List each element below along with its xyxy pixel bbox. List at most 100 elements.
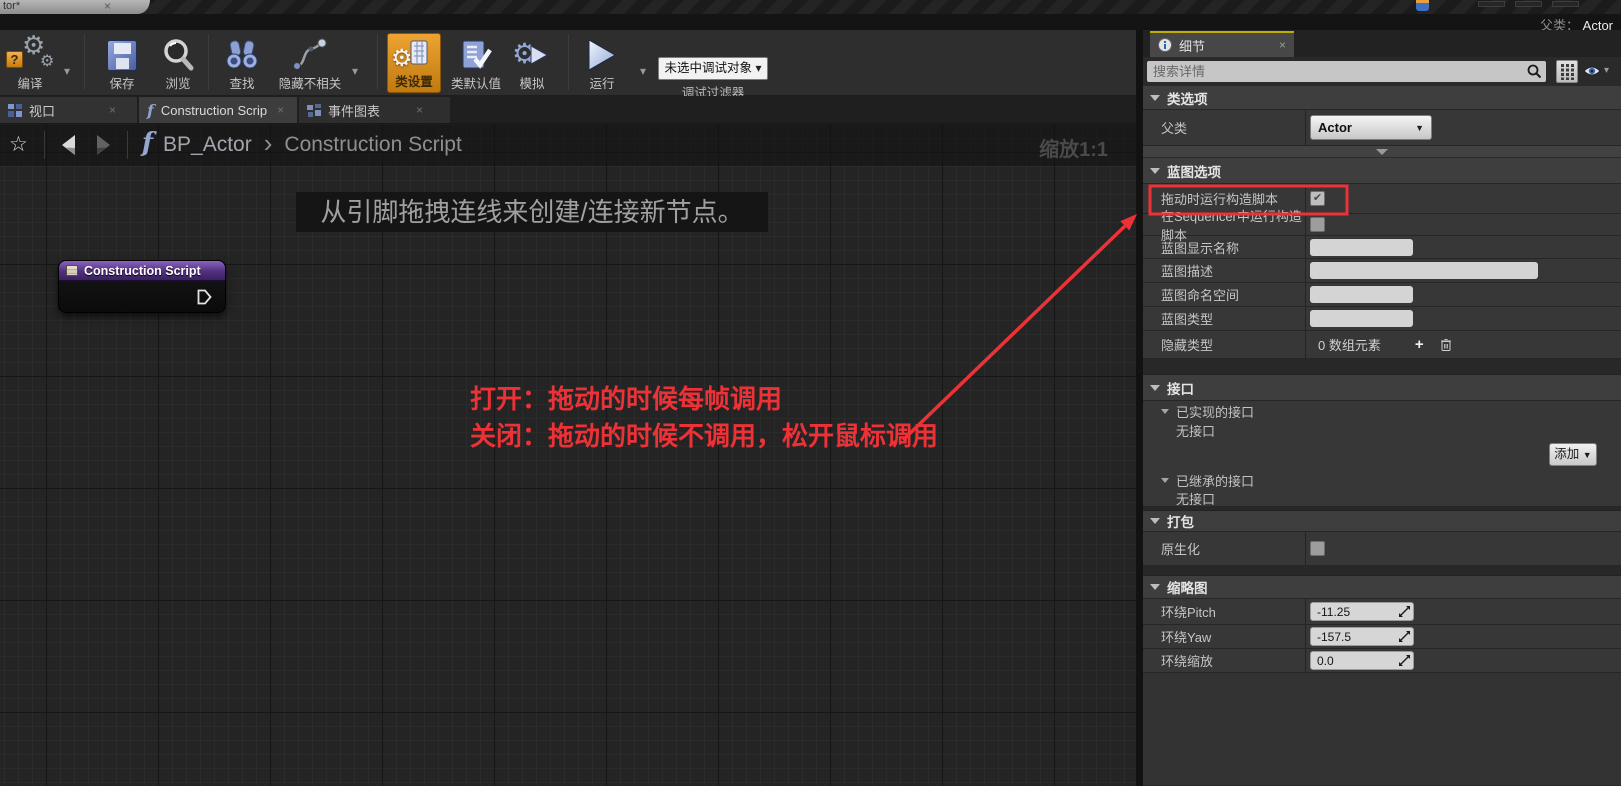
close-icon[interactable]: ×	[104, 0, 111, 13]
triangle-down-icon	[1150, 518, 1160, 524]
toolbar-separator	[208, 34, 209, 90]
title-bar: tor* ×	[0, 0, 1621, 14]
close-icon[interactable]: ×	[109, 103, 116, 117]
section-interfaces[interactable]: 接口	[1143, 375, 1621, 401]
hide-unrelated-options-dropdown[interactable]: ▾	[348, 62, 362, 80]
exec-output-pin[interactable]	[197, 289, 212, 310]
description-input[interactable]	[1310, 262, 1538, 279]
window-tab[interactable]: tor* ×	[0, 0, 150, 14]
tab-details[interactable]: 细节 ×	[1150, 31, 1294, 57]
chevron-down-icon: ▾	[640, 64, 646, 78]
orbit-yaw-input[interactable]: -157.5	[1310, 627, 1414, 646]
compile-icon: ⚙ ⚙ ?	[0, 35, 60, 75]
section-thumbnail[interactable]: 缩略图	[1143, 576, 1621, 599]
separator	[44, 131, 45, 159]
tab-event-graph[interactable]: 事件图表 ×	[299, 97, 450, 123]
run-on-drag-checkbox[interactable]: ✔	[1310, 191, 1325, 206]
triangle-down-icon	[1150, 584, 1160, 590]
display-filter-button[interactable]	[1556, 60, 1578, 83]
class-settings-button[interactable]: ⚙ 类设置	[387, 33, 441, 93]
save-button[interactable]: 保存	[94, 32, 150, 94]
browse-button[interactable]: 浏览	[152, 32, 204, 94]
search-input[interactable]	[1147, 64, 1527, 79]
toolbar-separator	[377, 34, 378, 90]
annotation-line-2: 关闭：拖动的时候不调用，松开鼠标调用	[470, 418, 938, 455]
question-icon: ?	[6, 51, 23, 68]
section-gap	[1143, 566, 1621, 576]
parent-class-dropdown[interactable]: Actor ▼	[1310, 115, 1432, 140]
menu-strip: 父类： Actor	[0, 14, 1621, 30]
close-icon[interactable]: ×	[1279, 38, 1286, 52]
forward-button[interactable]	[95, 134, 112, 156]
blueprint-graph-canvas[interactable]: ☆ f BP_Actor › Construction Script 缩放1:1…	[0, 123, 1136, 786]
inherited-interfaces-empty: 无接口	[1143, 490, 1621, 507]
section-class-options[interactable]: 类选项	[1143, 86, 1621, 110]
row-hidden-categories: 隐藏类型 0 数组元素 +	[1143, 331, 1621, 359]
separator	[127, 131, 128, 159]
run-in-sequencer-checkbox[interactable]	[1310, 217, 1325, 232]
document-tab-bar: 视口 × f Construction Scrip × 事件图表 ×	[0, 96, 1136, 123]
play-button[interactable]: 运行	[578, 32, 626, 94]
row-namespace: 蓝图命名空间	[1143, 283, 1621, 307]
section-packaging[interactable]: 打包	[1143, 511, 1621, 532]
breadcrumb: ☆ f BP_Actor › Construction Script 缩放1:1	[0, 123, 1136, 166]
chevron-down-icon: ▾	[64, 64, 70, 78]
display-name-input[interactable]	[1310, 239, 1413, 256]
dropdown-arrow-icon: ▼	[1415, 123, 1424, 133]
breadcrumb-current[interactable]: Construction Script	[284, 133, 461, 157]
drag-handle-icon	[1399, 606, 1410, 617]
add-element-icon[interactable]: +	[1415, 336, 1424, 353]
tab-viewport[interactable]: 视口 ×	[0, 97, 137, 123]
close-window-button[interactable]	[1552, 1, 1579, 7]
triangle-down-icon	[1150, 95, 1160, 101]
delete-elements-icon[interactable]	[1440, 338, 1452, 352]
orbit-pitch-input[interactable]: -11.25	[1310, 602, 1414, 621]
row-orbit-zoom: 环绕缩放 0.0	[1143, 649, 1621, 673]
breadcrumb-root[interactable]: BP_Actor	[163, 133, 252, 157]
unreal-editor-window: tor* × 父类： Actor ⚙ ⚙ ? 编译 ▾	[0, 0, 1621, 786]
grid-icon	[1561, 64, 1574, 80]
view-options-button[interactable]: ▾	[1583, 63, 1613, 79]
triangle-down-icon	[1161, 478, 1169, 483]
advanced-expander[interactable]	[1143, 146, 1621, 158]
row-nativize: 原生化	[1143, 532, 1621, 566]
subsection-implemented-interfaces[interactable]: 已实现的接口	[1143, 401, 1621, 422]
annotation-line-1: 打开：拖动的时候每帧调用	[470, 381, 938, 418]
array-count: 0 数组元素	[1310, 335, 1381, 354]
zoom-level-indicator: 缩放1:1	[1039, 133, 1108, 162]
class-defaults-button[interactable]: 类默认值	[447, 32, 505, 94]
maximize-button[interactable]	[1515, 1, 1542, 7]
nativize-checkbox[interactable]	[1310, 541, 1325, 556]
construction-script-node[interactable]: Construction Script	[58, 260, 226, 313]
close-icon[interactable]: ×	[416, 103, 423, 117]
find-button[interactable]: 查找	[216, 32, 268, 94]
close-icon[interactable]: ×	[277, 103, 284, 117]
compile-button[interactable]: ⚙ ⚙ ? 编译	[0, 32, 60, 94]
tab-construction-script[interactable]: f Construction Scrip ×	[139, 97, 297, 123]
chevron-down-icon	[1376, 149, 1388, 155]
debug-object-dropdown[interactable]: 未选中调试对象 ▾	[658, 57, 768, 80]
eye-icon	[1583, 65, 1601, 77]
compile-options-dropdown[interactable]: ▾	[60, 62, 74, 80]
orbit-zoom-input[interactable]: 0.0	[1310, 651, 1414, 670]
add-interface-button[interactable]: 添加 ▼	[1549, 443, 1597, 466]
search-box[interactable]	[1147, 61, 1546, 82]
star-icon[interactable]: ☆	[9, 132, 28, 157]
category-input[interactable]	[1310, 310, 1413, 327]
details-search-row: ▾	[1143, 57, 1621, 86]
hide-unrelated-button[interactable]: 隐藏不相关	[266, 32, 354, 94]
details-content: 类选项 父类 Actor ▼ 蓝图选项 拖动时运行构造脚本 ✔	[1143, 86, 1621, 785]
subsection-inherited-interfaces[interactable]: 已继承的接口	[1143, 471, 1621, 490]
viewport-icon	[8, 104, 22, 117]
panel-splitter[interactable]	[1136, 30, 1143, 786]
toolbar-separator	[84, 34, 85, 90]
section-blueprint-options[interactable]: 蓝图选项	[1143, 158, 1621, 184]
search-icon	[1527, 64, 1542, 79]
row-parent-class: 父类 Actor ▼	[1143, 110, 1621, 146]
play-options-dropdown[interactable]: ▾	[636, 62, 650, 80]
namespace-input[interactable]	[1310, 286, 1413, 303]
signal-curve-icon	[266, 35, 354, 75]
minimize-button[interactable]	[1478, 1, 1505, 7]
simulate-button[interactable]: ⚙ 模拟	[508, 32, 556, 94]
back-button[interactable]	[60, 134, 77, 156]
